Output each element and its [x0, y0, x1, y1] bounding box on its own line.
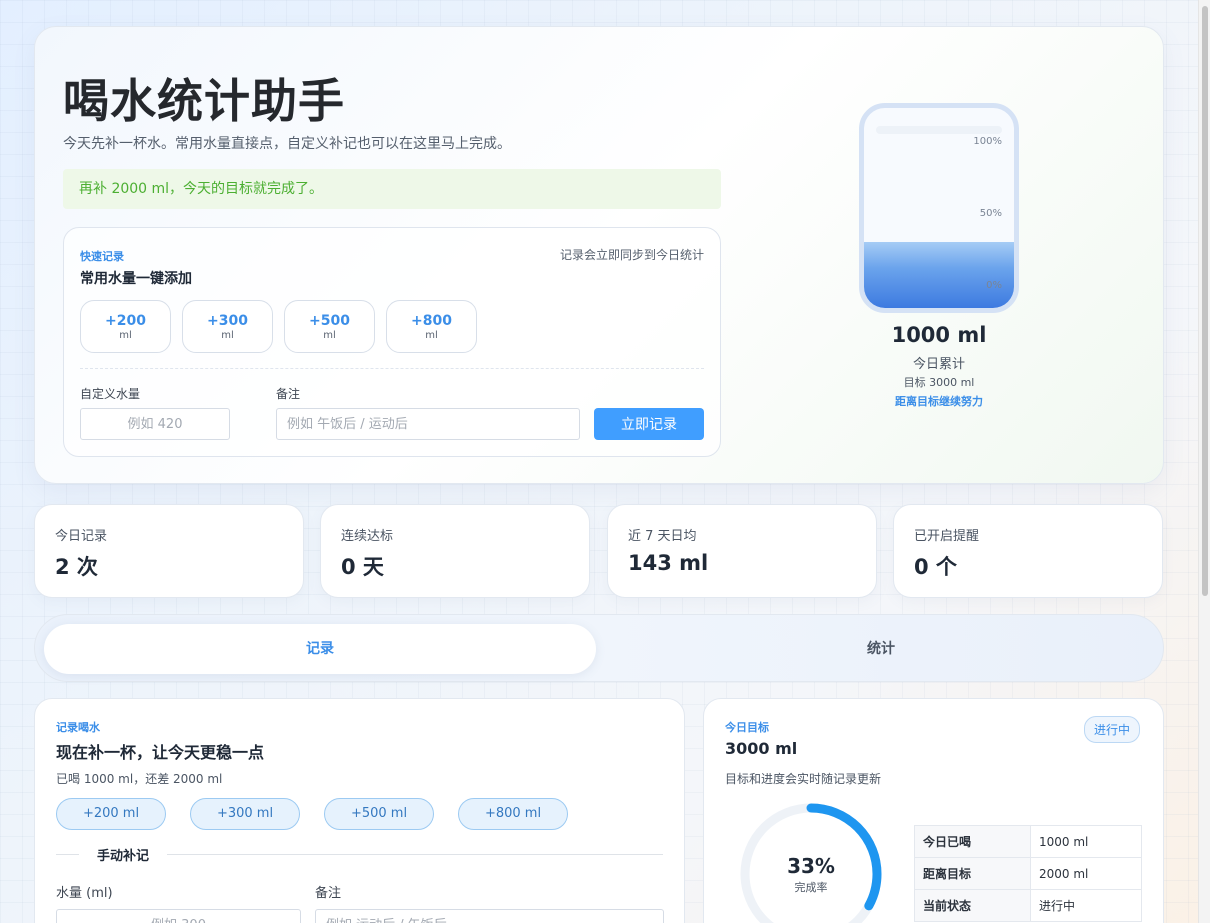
table-value: 1000 ml	[1030, 825, 1142, 858]
goal-subtitle: 目标和进度会实时随记录更新	[725, 772, 882, 786]
chip-amount: +300	[207, 312, 248, 329]
table-row: 距离目标 2000 ml	[914, 857, 1142, 890]
progress-percent: 33%	[787, 854, 835, 878]
chip-unit: ml	[323, 329, 336, 341]
cup-goal: 目标 3000 ml	[903, 376, 975, 389]
manual-note-input[interactable]	[315, 909, 664, 923]
quick-add-200-button[interactable]: +200 ml	[80, 300, 171, 353]
record-subtitle: 已喝 1000 ml，还差 2000 ml	[56, 772, 223, 786]
add-300-button[interactable]: +300 ml	[190, 798, 300, 830]
divider	[80, 368, 704, 369]
manual-amount-input[interactable]	[56, 909, 301, 923]
table-key: 距离目标	[914, 857, 1031, 890]
table-row: 当前状态 进行中	[914, 889, 1142, 922]
page-scrollbar[interactable]	[1198, 0, 1210, 923]
table-value: 2000 ml	[1030, 857, 1142, 890]
tab-bar: 记录 统计	[34, 614, 1164, 682]
stat-weekly-average: 近 7 天日均 143 ml	[607, 504, 877, 598]
add-800-button[interactable]: +800 ml	[458, 798, 568, 830]
manual-amount-label: 水量 (ml)	[56, 886, 113, 901]
record-title: 现在补一杯，让今天更稳一点	[56, 743, 265, 762]
cup-mark-0: 0%	[986, 280, 1002, 291]
record-card: 记录喝水 现在补一杯，让今天更稳一点 已喝 1000 ml，还差 2000 ml…	[34, 698, 685, 923]
stat-today-records: 今日记录 2 次	[34, 504, 304, 598]
stat-label: 今日记录	[55, 529, 108, 544]
custom-amount-label: 自定义水量	[80, 387, 141, 401]
quick-add-800-button[interactable]: +800 ml	[386, 300, 477, 353]
status-badge: 进行中	[1083, 716, 1140, 743]
progress-label: 完成率	[794, 881, 828, 894]
table-key: 当前状态	[914, 889, 1031, 922]
cup-mark-100: 100%	[973, 136, 1002, 147]
goal-table: 今日已喝 1000 ml 距离目标 2000 ml 当前状态 进行中	[914, 825, 1142, 922]
stat-value: 2 次	[55, 555, 98, 579]
quick-title: 常用水量一键添加	[80, 271, 192, 287]
page-title: 喝水统计助手	[63, 74, 345, 128]
chip-unit: ml	[425, 329, 438, 341]
quick-chips: +200 ml +300 ml +500 ml +800 ml	[80, 300, 477, 353]
hero-panel: 喝水统计助手 今天先补一杯水。常用水量直接点，自定义补记也可以在这里马上完成。 …	[34, 26, 1164, 484]
stat-reminders: 已开启提醒 0 个	[893, 504, 1163, 598]
cup-total-label: 今日累计	[912, 357, 965, 372]
stat-value: 143 ml	[628, 551, 709, 575]
goal-title: 3000 ml	[725, 739, 798, 758]
quick-add-500-button[interactable]: +500 ml	[284, 300, 375, 353]
quick-kicker: 快速记录	[80, 250, 124, 263]
table-key: 今日已喝	[914, 825, 1031, 858]
cup-mark-50: 50%	[979, 208, 1002, 219]
custom-note-label: 备注	[276, 387, 301, 401]
hero-subtitle: 今天先补一杯水。常用水量直接点，自定义补记也可以在这里马上完成。	[63, 136, 511, 152]
stat-value: 0 个	[914, 555, 957, 579]
custom-note-input[interactable]	[276, 408, 580, 440]
table-value: 进行中	[1030, 889, 1142, 922]
scrollbar-thumb[interactable]	[1202, 6, 1208, 596]
goal-notice: 再补 2000 ml，今天的目标就完成了。	[63, 169, 721, 209]
record-now-button[interactable]: 立即记录	[594, 408, 704, 440]
chip-unit: ml	[221, 329, 234, 341]
goal-kicker: 今日目标	[725, 721, 769, 734]
cup-total-value: 1000 ml	[891, 323, 987, 347]
stat-value: 0 天	[341, 555, 384, 579]
chip-unit: ml	[119, 329, 132, 341]
chip-amount: +800	[411, 312, 452, 329]
quick-record-panel: 快速记录 常用水量一键添加 记录会立即同步到今日统计 +200 ml +300 …	[63, 227, 721, 457]
cup-tip: 距离目标继续努力	[895, 395, 983, 408]
cup-rim	[876, 126, 1002, 134]
custom-amount-input[interactable]	[80, 408, 230, 440]
quick-add-300-button[interactable]: +300 ml	[182, 300, 273, 353]
stat-label: 已开启提醒	[914, 529, 980, 544]
manual-entry-label: 手动补记	[79, 845, 168, 864]
chip-amount: +200	[105, 312, 146, 329]
add-200-button[interactable]: +200 ml	[56, 798, 166, 830]
record-kicker: 记录喝水	[56, 721, 100, 734]
chip-amount: +500	[309, 312, 350, 329]
stat-streak: 连续达标 0 天	[320, 504, 590, 598]
sync-note: 记录会立即同步到今日统计	[559, 248, 704, 262]
tab-record[interactable]: 记录	[44, 624, 596, 674]
table-row: 今日已喝 1000 ml	[914, 825, 1142, 858]
add-500-button[interactable]: +500 ml	[324, 798, 434, 830]
cup-water-fill	[864, 242, 1014, 308]
stat-label: 近 7 天日均	[628, 529, 697, 544]
manual-note-label: 备注	[315, 886, 342, 901]
record-pills: +200 ml +300 ml +500 ml +800 ml	[56, 798, 568, 830]
goal-card: 今日目标 3000 ml 目标和进度会实时随记录更新 进行中 33% 完成率 今…	[703, 698, 1164, 923]
water-cup: 100% 50% 0%	[859, 103, 1019, 313]
tab-stats[interactable]: 统计	[605, 624, 1157, 674]
stat-label: 连续达标	[341, 529, 394, 544]
